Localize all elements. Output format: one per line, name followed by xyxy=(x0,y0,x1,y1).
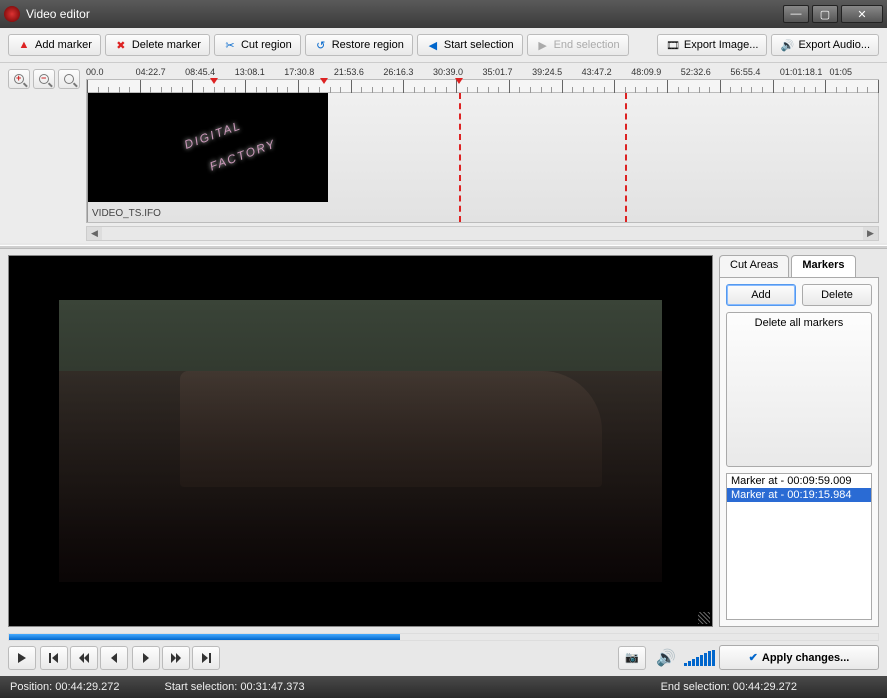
export-image-button[interactable]: 🎞 Export Image... xyxy=(657,34,768,56)
zoom-out-button[interactable]: − xyxy=(33,69,55,89)
scroll-left-arrow[interactable]: ◀ xyxy=(87,227,102,240)
status-end-label: End selection: xyxy=(661,681,730,693)
resize-grip[interactable] xyxy=(698,612,710,624)
maximize-button[interactable]: ▢ xyxy=(812,5,838,23)
ruler-label: 56:55.4 xyxy=(730,67,780,79)
status-bar: Position: 00:44:29.272 Start selection: … xyxy=(0,676,887,698)
restore-region-label: Restore region xyxy=(332,39,404,51)
scroll-right-arrow[interactable]: ▶ xyxy=(863,227,878,240)
play-button[interactable] xyxy=(8,646,36,670)
selection-end-icon: ▶ xyxy=(536,38,550,52)
timeline-scrollbar[interactable]: ◀ ▶ xyxy=(86,226,879,241)
play-progress-bar[interactable] xyxy=(8,633,879,641)
cut-region-label: Cut region xyxy=(241,39,292,51)
ruler-label: 52:32.6 xyxy=(681,67,731,79)
main-toolbar: ▲ Add marker ✖ Delete marker ✂ Cut region ↺… xyxy=(0,28,887,63)
zoom-in-button[interactable]: + xyxy=(8,69,30,89)
step-back-button[interactable] xyxy=(70,646,98,670)
timeline-track[interactable]: DIGITAL FACTORY VIDEO_TS.IFO xyxy=(86,93,879,223)
panel-divider xyxy=(0,245,887,249)
image-export-icon: 🎞 xyxy=(666,38,680,52)
step-fwd-button[interactable] xyxy=(162,646,190,670)
close-button[interactable]: ✕ xyxy=(841,5,883,23)
ruler-label: 21:53.6 xyxy=(334,67,384,79)
timeline-marker[interactable] xyxy=(320,78,328,84)
next-frame-button[interactable] xyxy=(132,646,160,670)
marker-list[interactable]: Marker at - 00:09:59.009Marker at - 00:1… xyxy=(726,473,872,620)
window-title: Video editor xyxy=(26,7,90,21)
timeline-marker[interactable] xyxy=(455,78,463,84)
marker-list-item[interactable]: Marker at - 00:19:15.984 xyxy=(727,488,871,502)
prev-frame-button[interactable] xyxy=(100,646,128,670)
minimize-button[interactable]: — xyxy=(783,5,809,23)
marker-add-icon: ▲ xyxy=(17,38,31,52)
status-position-label: Position: xyxy=(10,681,52,693)
end-selection-button: ▶ End selection xyxy=(527,34,629,56)
thumb-logo-2: FACTORY xyxy=(208,136,278,173)
panel-add-button[interactable]: Add xyxy=(726,284,796,306)
ruler-label: 43:47.2 xyxy=(582,67,632,79)
end-selection-label: End selection xyxy=(554,39,620,51)
video-frame xyxy=(59,300,662,582)
marker-delete-icon: ✖ xyxy=(114,38,128,52)
start-selection-button[interactable]: ◀ Start selection xyxy=(417,34,523,56)
clip-thumbnail: DIGITAL FACTORY xyxy=(88,93,328,202)
export-audio-label: Export Audio... xyxy=(798,39,870,51)
status-start: 00:31:47.373 xyxy=(240,681,304,693)
ruler-label: 00.0 xyxy=(86,67,136,79)
ruler-label: 04:22.7 xyxy=(136,67,186,79)
ruler-label: 01:05 xyxy=(829,67,879,79)
delete-marker-label: Delete marker xyxy=(132,39,201,51)
tab-markers[interactable]: Markers xyxy=(791,255,855,277)
selection-boundary[interactable] xyxy=(459,93,461,222)
first-frame-button[interactable] xyxy=(40,646,68,670)
delete-marker-button[interactable]: ✖ Delete marker xyxy=(105,34,210,56)
selection-start-icon: ◀ xyxy=(426,38,440,52)
snapshot-button[interactable]: 📷 xyxy=(618,646,646,670)
ruler-labels: 00.004:22.708:45.413:08.117:30.821:53.62… xyxy=(86,67,879,79)
marker-list-item[interactable]: Marker at - 00:09:59.009 xyxy=(727,474,871,488)
audio-export-icon: 🔊 xyxy=(780,38,794,52)
delete-all-markers-button[interactable]: Delete all markers xyxy=(726,312,872,467)
check-icon: ✔ xyxy=(749,651,758,664)
ruler-label: 26:16.3 xyxy=(383,67,433,79)
apply-changes-button[interactable]: ✔Apply changes... xyxy=(719,645,879,670)
add-marker-button[interactable]: ▲ Add marker xyxy=(8,34,101,56)
tab-cut-areas[interactable]: Cut Areas xyxy=(719,255,789,277)
video-preview xyxy=(8,255,713,627)
status-start-label: Start selection: xyxy=(165,681,238,693)
zoom-fit-button[interactable] xyxy=(58,69,80,89)
timeline-marker[interactable] xyxy=(210,78,218,84)
timeline-ruler[interactable] xyxy=(86,79,879,93)
thumb-logo-1: DIGITAL xyxy=(182,118,243,152)
ruler-label: 39:24.5 xyxy=(532,67,582,79)
last-frame-button[interactable] xyxy=(192,646,220,670)
status-position: 00:44:29.272 xyxy=(55,681,119,693)
ruler-label: 01:01:18.1 xyxy=(780,67,830,79)
volume-bars[interactable] xyxy=(684,650,715,666)
panel-delete-button[interactable]: Delete xyxy=(802,284,872,306)
ruler-label: 48:09.9 xyxy=(631,67,681,79)
status-end: 00:44:29.272 xyxy=(733,681,797,693)
ruler-label: 35:01.7 xyxy=(483,67,533,79)
clip-name: VIDEO_TS.IFO xyxy=(92,208,161,219)
add-marker-label: Add marker xyxy=(35,39,92,51)
selection-boundary[interactable] xyxy=(625,93,627,222)
start-selection-label: Start selection xyxy=(444,39,514,51)
restore-region-button[interactable]: ↺ Restore region xyxy=(305,34,413,56)
cut-region-button[interactable]: ✂ Cut region xyxy=(214,34,301,56)
export-image-label: Export Image... xyxy=(684,39,759,51)
app-icon xyxy=(4,6,20,22)
export-audio-button[interactable]: 🔊 Export Audio... xyxy=(771,34,879,56)
scissors-icon: ✂ xyxy=(223,38,237,52)
timeline-zone: + − 00.004:22.708:45.413:08.117:30.821:5… xyxy=(0,63,887,243)
restore-icon: ↺ xyxy=(314,38,328,52)
ruler-label: 13:08.1 xyxy=(235,67,285,79)
volume-icon[interactable]: 🔊 xyxy=(656,648,676,668)
title-bar: Video editor — ▢ ✕ xyxy=(0,0,887,28)
